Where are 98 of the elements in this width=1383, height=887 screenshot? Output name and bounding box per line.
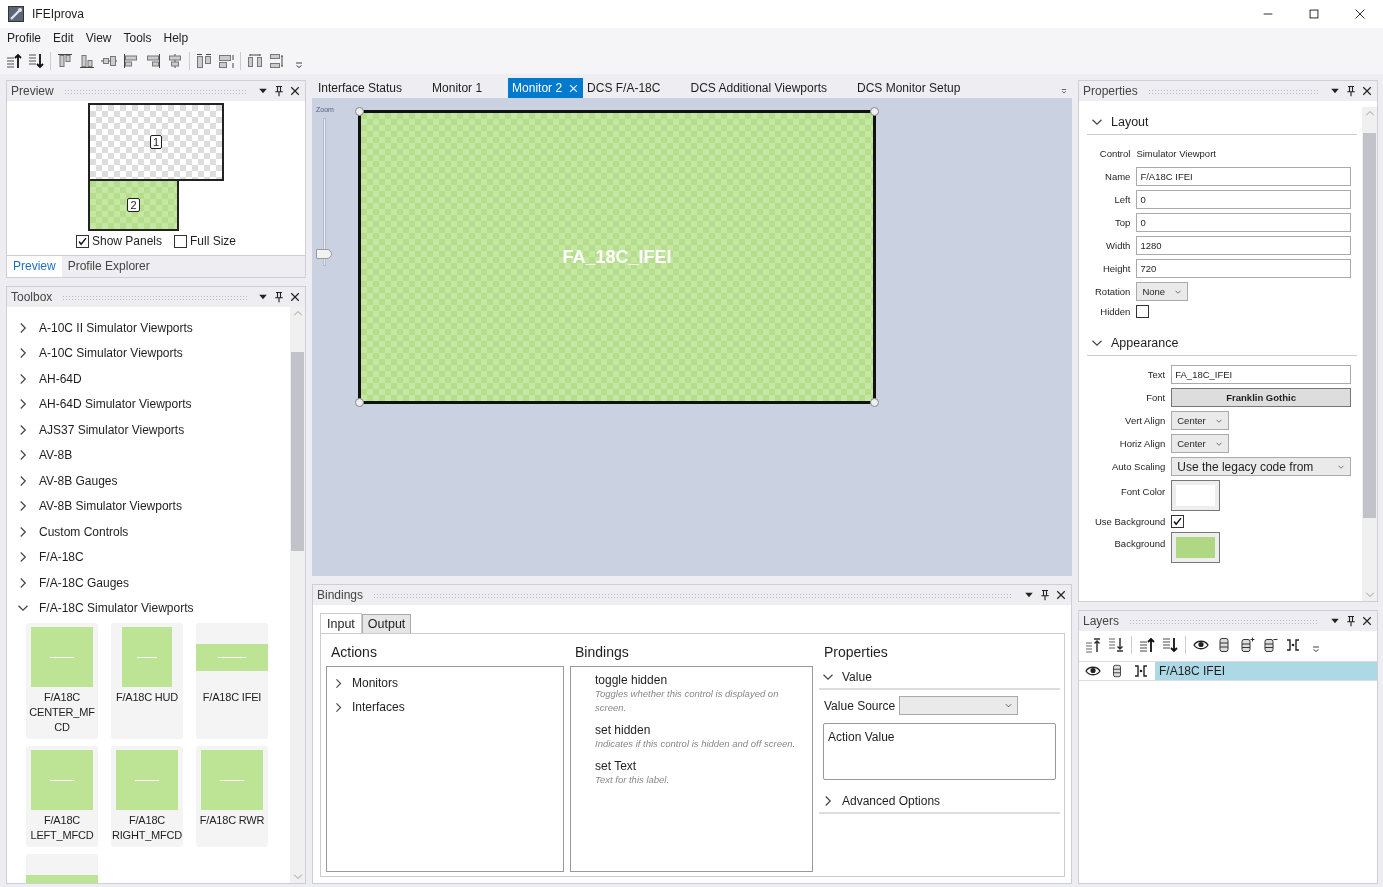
- box-label: Action Value: [828, 730, 895, 744]
- section-header[interactable]: Layout: [1087, 109, 1357, 135]
- dropdown[interactable]: Center: [1171, 411, 1229, 430]
- tree-item[interactable]: AV-8B Simulator Viewports: [39, 499, 182, 514]
- tree-item[interactable]: AH-64D: [39, 371, 82, 386]
- panel-title: Preview: [11, 84, 54, 98]
- property-label: Name: [1104, 171, 1131, 182]
- text-field[interactable]: 720: [1136, 259, 1351, 278]
- document-tab[interactable]: Monitor 1: [428, 78, 509, 98]
- document-tab[interactable]: DCS Additional Viewports: [686, 78, 853, 98]
- panel-title: Toolbox: [11, 290, 53, 304]
- menu-item[interactable]: View: [79, 31, 118, 45]
- panel-title: Bindings: [317, 588, 364, 602]
- tile-label: F/A18C RIGHT_MFCD: [111, 813, 183, 843]
- binding-description: Text for this label.: [595, 773, 671, 787]
- tree-item[interactable]: F/A-18C Gauges: [39, 575, 130, 590]
- toolbox-tile[interactable]: F/A18C RWR: [196, 746, 268, 847]
- toolbox-tile[interactable]: F/A18C CENTER_MFCD: [26, 623, 98, 739]
- tree-item[interactable]: A-10C II Simulator Viewports: [39, 320, 193, 335]
- tab[interactable]: Profile Explorer: [61, 256, 156, 277]
- binding-name[interactable]: toggle hidden: [595, 673, 806, 687]
- section-header[interactable]: Value: [819, 666, 1060, 690]
- tab[interactable]: Preview: [7, 256, 62, 277]
- section-header[interactable]: Advanced Options: [819, 790, 1060, 814]
- column-heading: Bindings: [574, 643, 630, 662]
- binding-name[interactable]: set hidden: [595, 723, 806, 737]
- binding-description: Indicates if this control is hidden and off screen.: [595, 737, 797, 751]
- viewport-text: FA_18C_IFEI: [562, 246, 672, 268]
- property-label: Width: [1105, 240, 1131, 251]
- column-heading: Actions: [330, 643, 378, 662]
- property-label: Left: [1113, 194, 1131, 205]
- toolbox-tile[interactable]: F/A18C LEFT_MFCD: [26, 746, 98, 847]
- text-field[interactable]: F/A18C IFEI: [1136, 167, 1351, 186]
- dropdown[interactable]: Center: [1171, 434, 1229, 453]
- monitor-number: 2: [127, 198, 140, 212]
- monitor-number: 1: [149, 135, 163, 149]
- document-tab[interactable]: DCS F/A-18C: [583, 78, 687, 98]
- property-label: Control: [1098, 148, 1131, 159]
- panel-title: Layers: [1083, 614, 1120, 628]
- menu-item[interactable]: Help: [157, 31, 195, 45]
- tree-item[interactable]: AJS37 Simulator Viewports: [39, 422, 185, 437]
- property-label: Top: [1114, 217, 1131, 228]
- tree-item[interactable]: Custom Controls: [39, 524, 129, 539]
- tree-item[interactable]: Monitors: [352, 676, 398, 690]
- checkbox-label: Full Size: [190, 234, 237, 248]
- toolbox-tile[interactable]: F/A18C RIGHT_MFCD: [111, 746, 183, 847]
- text-field[interactable]: FA_18C_IFEI: [1171, 365, 1351, 384]
- menu-item[interactable]: Profile: [1, 31, 47, 45]
- menu-item[interactable]: Edit: [47, 31, 80, 45]
- document-tab[interactable]: DCS Monitor Setup: [853, 78, 987, 98]
- property-label: Vert Align: [1124, 415, 1166, 426]
- text-field[interactable]: 0: [1136, 190, 1351, 209]
- tree-item[interactable]: A-10C Simulator Viewports: [39, 346, 183, 361]
- monitor-thumbnail[interactable]: 1: [88, 103, 224, 181]
- monitor-thumbnail[interactable]: 2: [88, 179, 179, 231]
- property-label: Auto Scaling: [1110, 461, 1166, 472]
- tile-label: F/A18C HUD: [114, 690, 180, 705]
- tab[interactable]: Output: [361, 614, 412, 633]
- panel-title: Properties: [1083, 84, 1138, 98]
- document-tab[interactable]: Monitor 2: [508, 78, 584, 98]
- property-label: Hidden: [1099, 306, 1131, 317]
- tree-item[interactable]: AH-64D Simulator Viewports: [39, 397, 192, 412]
- menu-item[interactable]: Tools: [117, 31, 158, 45]
- layer-name[interactable]: F/A18C IFEI: [1155, 662, 1377, 680]
- property-label: Font Color: [1119, 485, 1166, 497]
- property-label: Background: [1113, 537, 1166, 549]
- property-label: Rotation: [1095, 286, 1131, 297]
- property-label: Text: [1146, 369, 1166, 380]
- text-field[interactable]: 1280: [1136, 236, 1351, 255]
- text-field[interactable]: 0: [1136, 213, 1351, 232]
- section-header[interactable]: Appearance: [1087, 330, 1357, 356]
- tree-item[interactable]: AV-8B: [39, 448, 73, 463]
- window-title: IFEIprova: [32, 7, 85, 21]
- binding-name[interactable]: set Text: [595, 759, 806, 773]
- checkbox-label: Show Panels: [91, 234, 162, 248]
- dropdown[interactable]: Use the legacy code from: [1171, 457, 1351, 476]
- font-button[interactable]: Franklin Gothic: [1171, 388, 1351, 407]
- tile-label: F/A18C IFEI: [201, 690, 263, 705]
- property-label: Horiz Align: [1118, 438, 1166, 449]
- property-label: Height: [1101, 263, 1131, 274]
- toolbox-tile[interactable]: F/A18C HUD: [111, 623, 183, 739]
- tree-item[interactable]: F/A-18C: [39, 550, 84, 565]
- property-label: Use Background: [1095, 516, 1166, 527]
- property-value: Simulator Viewport: [1136, 147, 1217, 161]
- binding-description: Toggles whether this control is displayed on screen.: [595, 687, 780, 715]
- column-heading: Properties: [823, 643, 889, 662]
- tab[interactable]: Input: [320, 613, 362, 634]
- tree-item[interactable]: Interfaces: [352, 700, 405, 714]
- document-tab[interactable]: Interface Status: [314, 78, 429, 98]
- tile-label: F/A18C CENTER_MFCD: [28, 690, 96, 735]
- toolbox-tile[interactable]: F/A18C IFEI: [196, 623, 268, 739]
- tile-label: F/A18C LEFT_MFCD: [29, 813, 95, 843]
- tree-item[interactable]: AV-8B Gauges: [39, 473, 118, 488]
- field-label: Value Source: [824, 698, 896, 713]
- tile-label: F/A18C RWR: [198, 813, 266, 828]
- property-label: Font: [1145, 392, 1166, 403]
- dropdown[interactable]: None: [1136, 282, 1189, 301]
- tree-item[interactable]: F/A-18C Simulator Viewports: [39, 601, 194, 616]
